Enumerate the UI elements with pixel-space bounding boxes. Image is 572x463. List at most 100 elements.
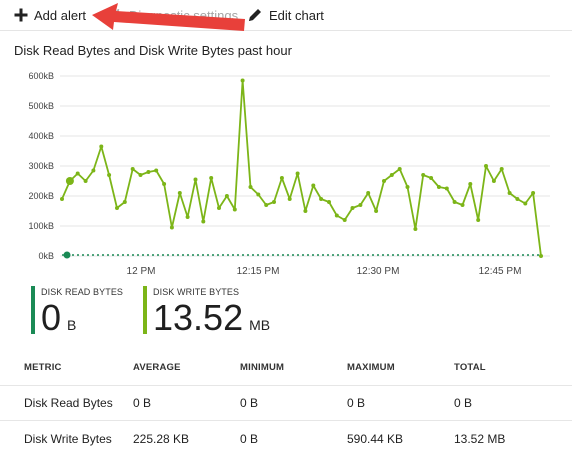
data-point [107, 173, 112, 177]
data-point [358, 203, 363, 207]
data-point [248, 185, 253, 189]
y-axis-ticks: 600kB 500kB 400kB 300kB 200kB 100kB 0kB [28, 71, 54, 261]
data-point [499, 167, 504, 171]
y-tick-label: 200kB [28, 191, 54, 201]
wrench-icon [112, 8, 122, 22]
x-tick-label: 12 PM [127, 266, 156, 277]
header-average: AVERAGE [133, 362, 181, 373]
pencil-icon [249, 9, 261, 21]
x-tick-label: 12:45 PM [479, 266, 522, 277]
data-point [256, 192, 261, 197]
data-point [146, 170, 151, 174]
data-point [397, 167, 402, 171]
table-header: METRIC AVERAGE MINIMUM MAXIMUM TOTAL [0, 350, 572, 386]
read-highlight-point [63, 251, 71, 259]
data-point [531, 191, 536, 195]
write-color-bar [143, 286, 147, 334]
row-total: 13.52 MB [454, 432, 506, 446]
header-minimum: MINIMUM [240, 362, 285, 373]
write-value-unit: MB [249, 317, 271, 333]
data-point [413, 227, 418, 231]
data-point [334, 213, 339, 218]
data-point [476, 218, 481, 222]
data-point [209, 176, 214, 180]
data-point [515, 197, 520, 201]
data-point [295, 171, 300, 176]
header-metric: METRIC [24, 362, 62, 373]
x-tick-label: 12:30 PM [357, 266, 400, 277]
disk-write-bytes-tile[interactable]: DISK WRITE BYTES 13.52 MB [143, 286, 270, 338]
disk-read-bytes-tile[interactable]: DISK READ BYTES 0B [31, 286, 123, 338]
data-point [83, 179, 88, 183]
data-point [468, 182, 473, 186]
data-point [319, 197, 324, 201]
add-alert-button[interactable]: Add alert [14, 6, 86, 24]
edit-chart-button[interactable]: Edit chart [247, 6, 324, 24]
plus-icon [14, 8, 28, 22]
data-point [491, 179, 496, 183]
data-point [389, 173, 394, 177]
x-tick-label: 12:15 PM [237, 266, 280, 277]
data-point [130, 167, 135, 171]
data-point [201, 219, 206, 224]
row-total: 0 B [454, 396, 473, 410]
data-point [444, 186, 449, 191]
chart-grid [60, 75, 550, 257]
header-maximum: MAXIMUM [347, 362, 395, 373]
data-point [115, 206, 119, 210]
data-point [185, 215, 190, 219]
data-point [311, 183, 316, 188]
data-point [539, 254, 543, 258]
y-tick-label: 100kB [28, 221, 54, 231]
row-minimum: 0 B [240, 432, 259, 446]
row-metric: Disk Read Bytes [24, 396, 113, 410]
data-point [99, 144, 104, 149]
data-point [287, 197, 292, 201]
data-point [436, 185, 441, 189]
data-point [429, 176, 434, 180]
data-point [169, 225, 174, 230]
data-point [162, 182, 167, 186]
write-tile-label: DISK WRITE BYTES [153, 287, 240, 297]
data-point [460, 203, 465, 207]
data-point [75, 171, 80, 176]
data-point [232, 207, 237, 212]
row-minimum: 0 B [240, 396, 259, 410]
header-total: TOTAL [454, 362, 486, 373]
y-tick-label: 300kB [28, 161, 54, 171]
data-point [279, 176, 284, 180]
toolbar: Add alert Diagnostic settings Edit chart [0, 0, 572, 31]
read-color-bar [31, 286, 35, 334]
data-point [421, 173, 426, 177]
data-point [327, 200, 331, 204]
data-point [240, 78, 245, 83]
row-metric: Disk Write Bytes [24, 432, 112, 446]
row-maximum: 590.44 KB [347, 432, 404, 446]
y-tick-label: 500kB [28, 101, 54, 111]
y-tick-label: 600kB [28, 71, 54, 81]
table-row[interactable]: Disk Read Bytes 0 B 0 B 0 B 0 B [0, 386, 572, 421]
data-point [91, 168, 96, 173]
diagnostic-settings-button[interactable]: Diagnostic settings [111, 6, 238, 24]
data-point [342, 218, 347, 222]
data-point [366, 191, 371, 195]
data-point [193, 177, 198, 182]
read-tile-label: DISK READ BYTES [41, 287, 124, 297]
data-point [264, 203, 269, 207]
data-point [405, 185, 410, 189]
write-tile-value: 13.52 MB [153, 297, 270, 339]
data-point [217, 206, 221, 210]
data-point [484, 164, 488, 168]
y-tick-label: 400kB [28, 131, 54, 141]
data-point [272, 200, 276, 204]
table-row[interactable]: Disk Write Bytes 225.28 KB 0 B 590.44 KB… [0, 422, 572, 456]
data-point [224, 194, 229, 198]
data-point [122, 200, 127, 204]
data-point [138, 173, 143, 177]
data-point [507, 191, 512, 195]
data-point [154, 168, 159, 173]
edit-chart-label: Edit chart [269, 7, 324, 23]
row-average: 225.28 KB [133, 432, 190, 446]
row-average: 0 B [133, 396, 152, 410]
data-point [60, 197, 64, 201]
